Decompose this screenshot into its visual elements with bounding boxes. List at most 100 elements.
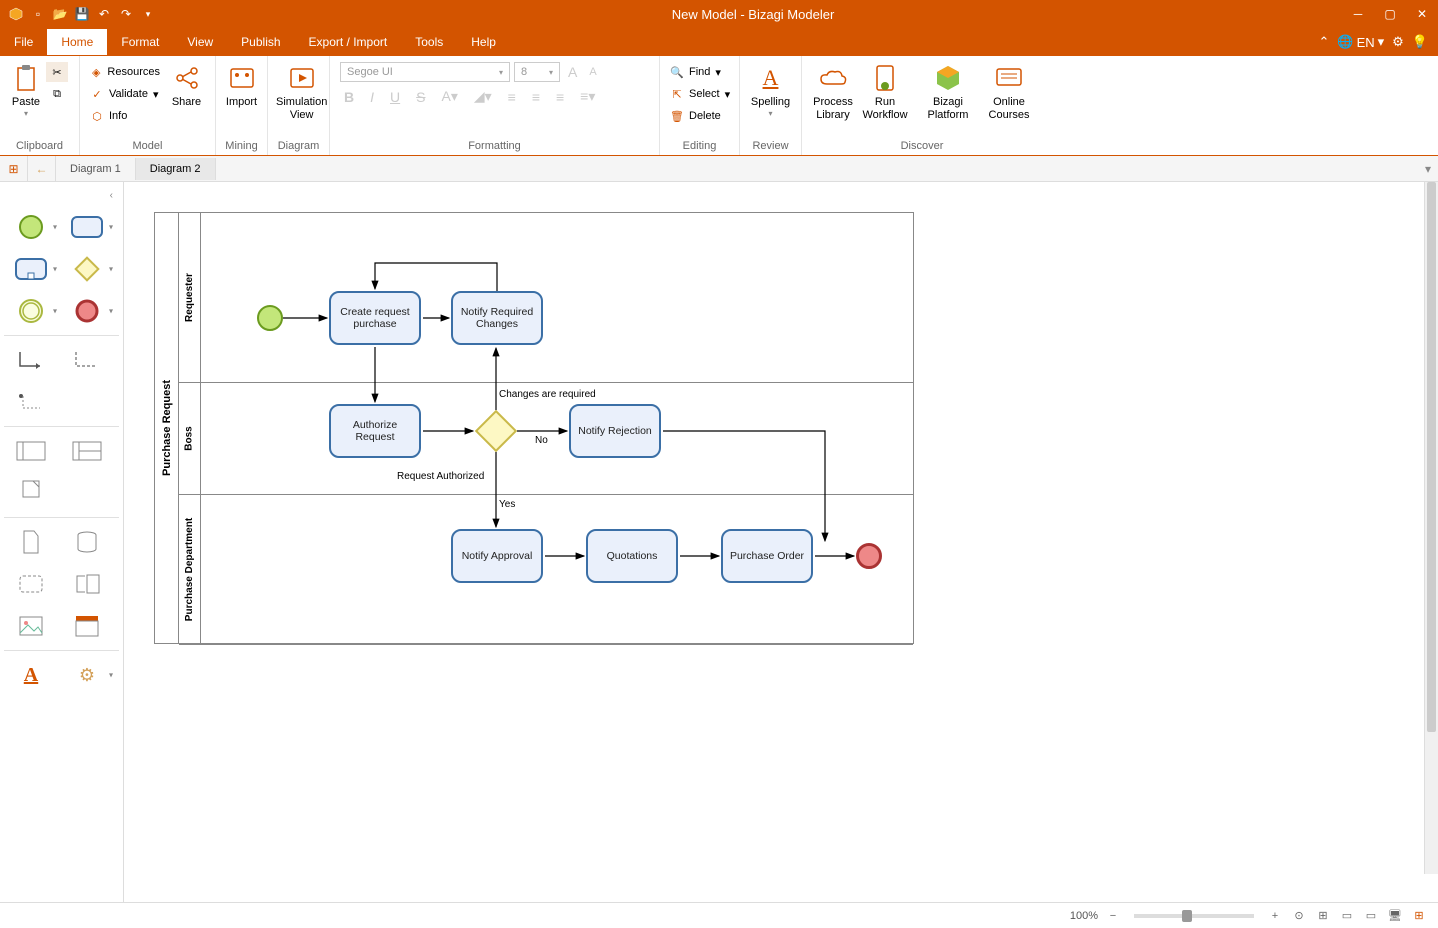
palette-gateway[interactable]: ▾ xyxy=(62,251,112,287)
palette-intermediate-event[interactable]: ▾ xyxy=(6,293,56,329)
back-icon[interactable]: ← xyxy=(28,156,56,182)
collapse-ribbon-icon[interactable]: ⌃ xyxy=(1318,34,1329,50)
scrollbar-thumb[interactable] xyxy=(1427,182,1436,732)
font-size-select[interactable]: 8▾ xyxy=(514,62,560,82)
redo-icon[interactable]: ↷ xyxy=(118,6,134,22)
canvas[interactable]: Purchase Request Requester Create reques… xyxy=(124,182,1438,902)
end-event[interactable] xyxy=(856,543,882,569)
simulation-view-button[interactable]: Simulation View xyxy=(274,60,329,126)
presentation-icon[interactable]: 🖥 xyxy=(1386,907,1404,925)
palette-sequence-flow[interactable] xyxy=(6,342,56,378)
font-family-select[interactable]: Segoe UI▾ xyxy=(340,62,510,82)
delete-button[interactable]: 🗑Delete xyxy=(666,106,734,126)
lane-label-requester[interactable]: Requester xyxy=(179,213,201,382)
find-button[interactable]: 🔍Find ▾ xyxy=(666,62,734,82)
palette-end-event[interactable]: ▾ xyxy=(62,293,112,329)
underline-button[interactable]: U xyxy=(386,89,404,105)
lane-purchase-dept[interactable]: Purchase Department Notify Approval Quot… xyxy=(179,495,913,645)
palette-lane[interactable] xyxy=(62,433,112,469)
align-left-button[interactable]: ≡ xyxy=(504,89,520,105)
minimize-button[interactable]: ─ xyxy=(1342,0,1374,28)
lane-label-boss[interactable]: Boss xyxy=(179,383,201,494)
spelling-button[interactable]: A Spelling ▾ xyxy=(746,60,795,123)
tab-diagram-1[interactable]: Diagram 1 xyxy=(56,158,136,180)
task-quotations[interactable]: Quotations xyxy=(586,529,678,583)
zoom-thumb[interactable] xyxy=(1182,910,1192,922)
palette-pool[interactable] xyxy=(6,433,56,469)
palette-task[interactable]: ▾ xyxy=(62,209,112,245)
help-tip-icon[interactable]: 💡 xyxy=(1412,34,1428,50)
start-event[interactable] xyxy=(257,305,283,331)
settings-icon[interactable]: ⚙ xyxy=(1392,34,1404,50)
fit-page-icon[interactable]: ⊙ xyxy=(1290,907,1308,925)
view-mode1-icon[interactable]: ▭ xyxy=(1338,907,1356,925)
select-button[interactable]: ⇱Select ▾ xyxy=(666,84,734,104)
align-vertical-button[interactable]: ≡▾ xyxy=(576,88,599,105)
zoom-out-button[interactable]: − xyxy=(1104,907,1122,925)
menu-view[interactable]: View xyxy=(173,29,227,55)
fit-width-icon[interactable]: ⊞ xyxy=(1314,907,1332,925)
undo-icon[interactable]: ↶ xyxy=(96,6,112,22)
zoom-slider[interactable] xyxy=(1134,914,1254,918)
menu-export-import[interactable]: Export / Import xyxy=(295,29,402,55)
palette-data-store[interactable] xyxy=(62,524,112,560)
paste-button[interactable]: Paste ▾ xyxy=(6,60,46,123)
palette-data-object[interactable] xyxy=(6,524,56,560)
cut-button[interactable]: ✂ xyxy=(46,62,68,82)
process-library-button[interactable]: Process Library xyxy=(808,60,858,126)
palette-image[interactable] xyxy=(6,608,56,644)
open-icon[interactable]: 📂 xyxy=(52,6,68,22)
palette-text[interactable]: A xyxy=(6,657,56,693)
strike-button[interactable]: S xyxy=(412,89,429,105)
bizagi-platform-button[interactable]: Bizagi Platform xyxy=(912,60,984,126)
bold-button[interactable]: B xyxy=(340,89,358,105)
task-notify-approval[interactable]: Notify Approval xyxy=(451,529,543,583)
pool-label[interactable]: Purchase Request xyxy=(155,213,179,643)
grow-font-icon[interactable]: A xyxy=(564,64,581,80)
resources-button[interactable]: ◈Resources xyxy=(86,62,164,82)
language-selector[interactable]: 🌐 EN ▾ xyxy=(1337,34,1384,50)
fill-color-button[interactable]: ◢▾ xyxy=(470,88,496,105)
close-button[interactable]: ✕ xyxy=(1406,0,1438,28)
palette-annotation[interactable] xyxy=(62,566,112,602)
align-right-button[interactable]: ≡ xyxy=(552,89,568,105)
vertical-scrollbar[interactable] xyxy=(1424,182,1438,874)
shrink-font-icon[interactable]: A xyxy=(585,66,600,78)
app-icon[interactable] xyxy=(8,6,24,22)
menu-format[interactable]: Format xyxy=(107,29,173,55)
element-view-icon[interactable]: ⊞ xyxy=(0,156,28,182)
task-authorize[interactable]: Authorize Request xyxy=(329,404,421,458)
palette-collapse-icon[interactable]: ‹ xyxy=(4,188,119,203)
task-purchase-order[interactable]: Purchase Order xyxy=(721,529,813,583)
tab-diagram-2[interactable]: Diagram 2 xyxy=(136,158,216,180)
validate-button[interactable]: ✓Validate ▾ xyxy=(86,84,164,104)
palette-start-event[interactable]: ▾ xyxy=(6,209,56,245)
run-workflow-button[interactable]: Run Workflow xyxy=(858,60,912,126)
align-center-button[interactable]: ≡ xyxy=(528,89,544,105)
bpmn-pool[interactable]: Purchase Request Requester Create reques… xyxy=(154,212,914,644)
zoom-in-button[interactable]: + xyxy=(1266,907,1284,925)
new-icon[interactable]: ▫ xyxy=(30,6,46,22)
palette-group[interactable] xyxy=(6,566,56,602)
palette-header[interactable] xyxy=(62,608,112,644)
menu-file[interactable]: File xyxy=(0,29,47,55)
palette-formatting[interactable]: ⚙▾ xyxy=(62,657,112,693)
qat-dropdown-icon[interactable]: ▾ xyxy=(140,6,156,22)
palette-association[interactable] xyxy=(6,384,56,420)
save-icon[interactable]: 💾 xyxy=(74,6,90,22)
view-mode2-icon[interactable]: ▭ xyxy=(1362,907,1380,925)
italic-button[interactable]: I xyxy=(366,89,378,105)
palette-message-flow[interactable] xyxy=(62,342,112,378)
palette-subprocess[interactable]: ▾ xyxy=(6,251,56,287)
menu-publish[interactable]: Publish xyxy=(227,29,294,55)
task-notify-changes[interactable]: Notify Required Changes xyxy=(451,291,543,345)
maximize-button[interactable]: ▢ xyxy=(1374,0,1406,28)
lane-requester[interactable]: Requester Create request purchase Notify… xyxy=(179,213,913,383)
palette-milestone[interactable] xyxy=(6,475,56,511)
task-notify-rejection[interactable]: Notify Rejection xyxy=(569,404,661,458)
info-button[interactable]: ⬡Info xyxy=(86,106,164,126)
menu-tools[interactable]: Tools xyxy=(401,29,457,55)
font-color-button[interactable]: A▾ xyxy=(437,88,461,105)
task-create-request[interactable]: Create request purchase xyxy=(329,291,421,345)
share-button[interactable]: Share xyxy=(164,60,209,113)
